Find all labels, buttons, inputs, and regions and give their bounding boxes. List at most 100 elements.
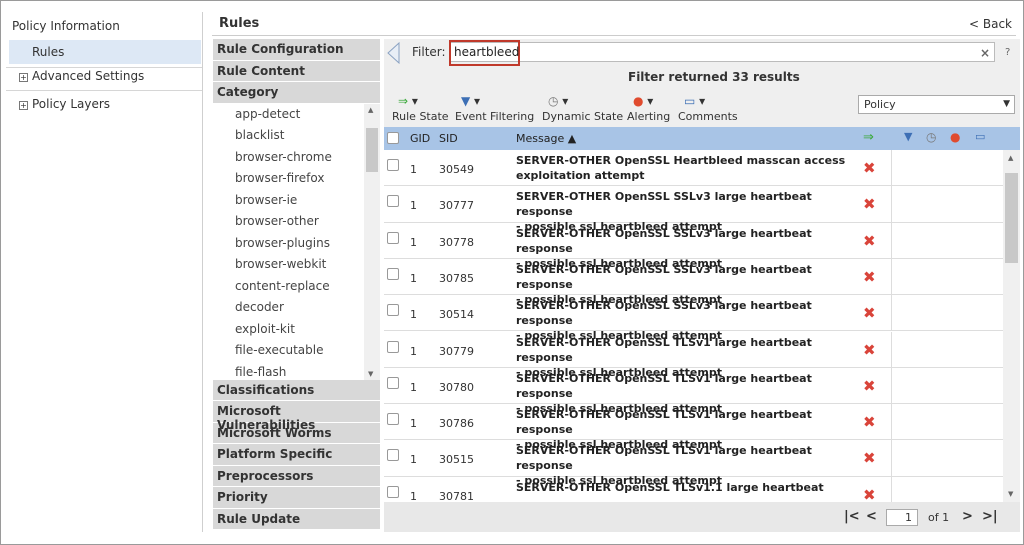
row-checkbox[interactable] — [387, 376, 399, 389]
red-x-icon[interactable]: ✖ — [863, 159, 876, 177]
accordion-classifications[interactable]: Classifications — [213, 379, 380, 401]
table-row[interactable]: 1 30779 SERVER-OTHER OpenSSL TLSv1 large… — [384, 331, 1003, 379]
policy-select[interactable]: Policy ▼ — [858, 95, 1015, 114]
red-x-icon[interactable]: ✖ — [863, 304, 876, 322]
col-message[interactable]: Message ▲ — [516, 132, 576, 145]
table-row[interactable]: 1 30514 SERVER-OTHER OpenSSL SSLv3 large… — [384, 295, 1003, 342]
table-row[interactable]: 1 30781 SERVER-OTHER OpenSSL TLSv1.1 lar… — [384, 476, 1003, 502]
scroll-down-icon[interactable]: ▼ — [368, 370, 373, 378]
rule-state-col-icon[interactable]: ⇒ — [863, 130, 874, 145]
nav-item-rules[interactable]: Rules — [9, 40, 201, 64]
accordion-microsoft-worms[interactable]: Microsoft Worms — [213, 422, 380, 444]
category-scroll-thumb[interactable] — [366, 127, 378, 172]
accordion-category[interactable]: Category — [213, 82, 380, 104]
previous-page-icon[interactable]: < — [866, 509, 877, 524]
red-x-icon[interactable]: ✖ — [863, 268, 876, 286]
table-row[interactable]: 1 30778 SERVER-OTHER OpenSSL SSLv3 large… — [384, 222, 1003, 270]
back-link[interactable]: < Back — [969, 17, 1012, 31]
row-checkbox[interactable] — [387, 159, 399, 171]
table-row[interactable]: 1 30549 SERVER-OTHER OpenSSL Heartbleed … — [384, 150, 1003, 187]
red-x-icon[interactable]: ✖ — [863, 232, 876, 250]
col-sid[interactable]: SID — [439, 132, 458, 145]
row-checkbox[interactable] — [387, 485, 399, 498]
accordion-preprocessors[interactable]: Preprocessors — [213, 465, 380, 487]
event-filtering-button[interactable]: ▼ ▾ Event Filtering — [455, 94, 534, 123]
row-checkbox[interactable] — [387, 267, 399, 280]
table-scroll-thumb[interactable] — [1005, 173, 1018, 263]
category-item[interactable]: browser-chrome — [213, 147, 380, 169]
scroll-down-icon[interactable]: ▼ — [1008, 490, 1013, 498]
category-item[interactable]: browser-ie — [213, 190, 380, 212]
column-divider — [891, 404, 892, 441]
filter-input[interactable] — [449, 42, 995, 62]
alerting-button[interactable]: ● ▾ Alerting — [627, 94, 670, 123]
help-icon[interactable]: ? — [1005, 47, 1010, 58]
last-page-icon[interactable]: >| — [982, 509, 998, 524]
table-scrollbar[interactable]: ▲ ▼ — [1003, 150, 1020, 502]
clock-col-icon[interactable]: ◷ — [926, 130, 936, 144]
column-divider — [891, 295, 892, 332]
row-checkbox[interactable] — [387, 449, 399, 462]
category-item[interactable]: app-detect — [213, 104, 380, 126]
row-checkbox[interactable] — [387, 195, 399, 208]
category-item[interactable]: decoder — [213, 297, 380, 319]
next-page-icon[interactable]: > — [962, 509, 973, 524]
nav-item-policy-layers[interactable]: + Policy Layers — [19, 97, 110, 111]
row-gid: 1 — [410, 235, 417, 249]
table-row[interactable]: 1 30786 SERVER-OTHER OpenSSL TLSv1 large… — [384, 404, 1003, 451]
rule-state-button[interactable]: ⇒ ▾ Rule State — [392, 94, 449, 123]
col-gid[interactable]: GID — [410, 132, 430, 145]
table-header: GID SID Message ▲ ⇒ ▼ ◷ ● ▭ — [384, 127, 1020, 150]
comments-button[interactable]: ▭ ▾ Comments — [678, 94, 738, 123]
row-checkbox[interactable] — [387, 413, 399, 426]
category-item[interactable]: browser-plugins — [213, 233, 380, 255]
row-checkbox[interactable] — [387, 304, 399, 317]
category-item[interactable]: browser-webkit — [213, 254, 380, 276]
red-x-icon[interactable]: ✖ — [863, 377, 876, 395]
red-x-icon[interactable]: ✖ — [863, 341, 876, 359]
funnel-col-icon[interactable]: ▼ — [904, 130, 912, 143]
page-number-input[interactable]: 1 — [886, 509, 918, 526]
expand-icon[interactable]: + — [19, 73, 28, 82]
table-row[interactable]: 1 30780 SERVER-OTHER OpenSSL TLSv1 large… — [384, 367, 1003, 415]
expand-icon[interactable]: + — [19, 101, 28, 110]
nav-item-advanced-settings[interactable]: + Advanced Settings — [19, 69, 144, 83]
category-item[interactable]: browser-other — [213, 211, 380, 233]
table-row[interactable]: 1 30785 SERVER-OTHER OpenSSL SSLv3 large… — [384, 258, 1003, 306]
category-item[interactable]: file-executable — [213, 340, 380, 362]
accordion-microsoft-vulnerabilities[interactable]: Microsoft Vulnerabilities — [213, 401, 380, 432]
category-item[interactable]: content-replace — [213, 276, 380, 298]
row-gid: 1 — [410, 199, 417, 213]
row-sid: 30779 — [439, 344, 474, 358]
category-item[interactable]: browser-firefox — [213, 168, 380, 190]
pagination-bar: |< < 1 of 1 > >| — [384, 502, 1020, 532]
accordion-priority[interactable]: Priority — [213, 487, 380, 509]
collapse-panel-icon[interactable] — [385, 42, 401, 64]
first-page-icon[interactable]: |< — [844, 509, 860, 524]
red-x-icon[interactable]: ✖ — [863, 195, 876, 213]
accordion-rule-update[interactable]: Rule Update — [213, 508, 380, 530]
accordion-rule-configuration[interactable]: Rule Configuration — [213, 39, 380, 61]
comment-col-icon[interactable]: ▭ — [975, 130, 985, 143]
scroll-up-icon[interactable]: ▲ — [1008, 154, 1013, 162]
red-x-icon[interactable]: ✖ — [863, 486, 876, 502]
category-item[interactable]: exploit-kit — [213, 319, 380, 341]
category-scrollbar[interactable]: ▲ ▼ — [364, 103, 380, 380]
row-checkbox[interactable] — [387, 231, 399, 244]
scroll-up-icon[interactable]: ▲ — [368, 106, 373, 114]
category-item[interactable]: blacklist — [213, 125, 380, 147]
table-row[interactable]: 1 30515 SERVER-OTHER OpenSSL TLSv1 large… — [384, 440, 1003, 487]
red-x-icon[interactable]: ✖ — [863, 413, 876, 431]
row-checkbox[interactable] — [387, 340, 399, 353]
alert-col-icon[interactable]: ● — [950, 130, 960, 144]
select-all-checkbox[interactable] — [387, 132, 399, 147]
nav-divider — [6, 90, 202, 91]
red-x-icon[interactable]: ✖ — [863, 449, 876, 467]
dynamic-state-button[interactable]: ◷ ▾ Dynamic State — [542, 94, 623, 123]
clear-filter-icon[interactable]: × — [980, 46, 990, 60]
accordion-rule-content[interactable]: Rule Content — [213, 60, 380, 82]
accordion-platform-specific[interactable]: Platform Specific — [213, 444, 380, 466]
table-row[interactable]: 1 30777 SERVER-OTHER OpenSSL SSLv3 large… — [384, 186, 1003, 233]
category-item[interactable]: file-flash — [213, 362, 380, 380]
nav-policy-information[interactable]: Policy Information — [12, 19, 120, 33]
